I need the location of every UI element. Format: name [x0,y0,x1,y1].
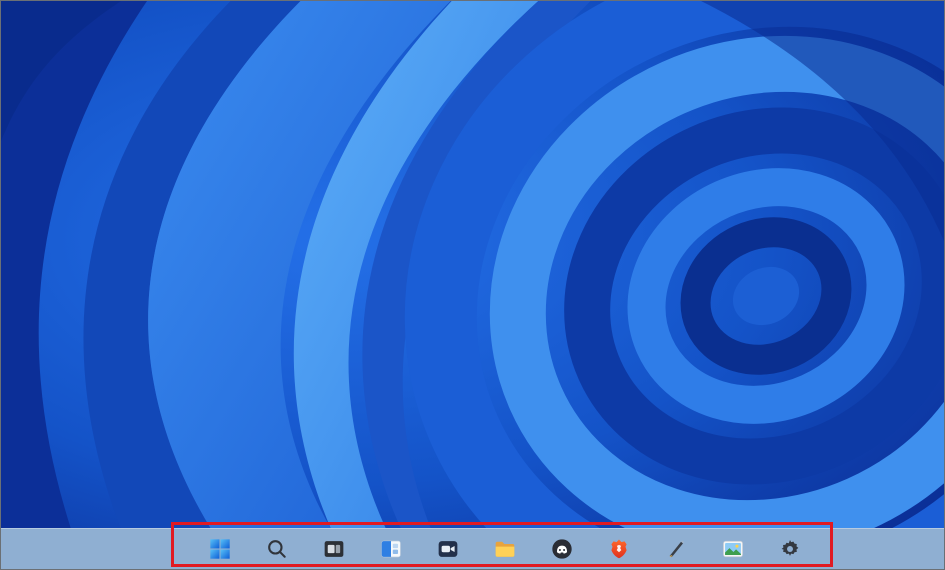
search-icon [266,538,288,560]
taskbar [1,528,944,569]
search-button[interactable] [257,531,297,567]
wallpaper-bloom-graphic [1,1,944,529]
photos-icon [722,538,744,560]
start-button[interactable] [200,531,240,567]
windows-desktop-screenshot [0,0,945,570]
brave-button[interactable] [599,531,639,567]
brave-lion-icon [608,538,630,560]
widgets-icon [380,538,402,560]
pen-icon [665,538,687,560]
gear-icon [779,538,801,560]
taskbar-icon-group [200,531,810,567]
windows-start-icon [209,538,231,560]
camera-button[interactable] [428,531,468,567]
task-view-icon [323,538,345,560]
widgets-button[interactable] [371,531,411,567]
task-view-button[interactable] [314,531,354,567]
folder-icon [494,538,516,560]
video-camera-icon [437,538,459,560]
pen-button[interactable] [656,531,696,567]
photos-button[interactable] [713,531,753,567]
discord-button[interactable] [542,531,582,567]
desktop[interactable] [1,1,944,529]
file-explorer-button[interactable] [485,531,525,567]
discord-icon [551,538,573,560]
settings-button[interactable] [770,531,810,567]
